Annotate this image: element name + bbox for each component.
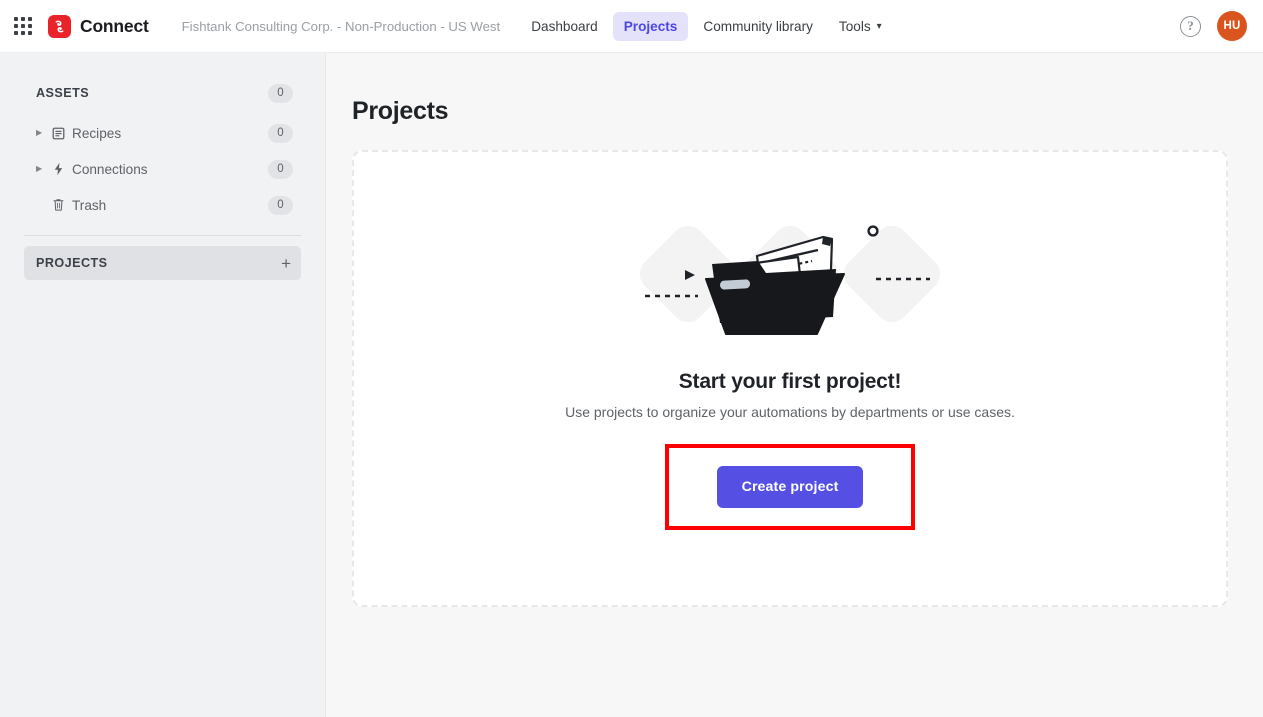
add-project-icon[interactable]: + [281, 255, 291, 272]
empty-state-title: Start your first project! [678, 370, 902, 393]
sidebar-item-connections-count: 0 [268, 159, 293, 179]
sidebar-item-trash-label: Trash [72, 197, 107, 213]
top-navigation-bar: Connect Fishtank Consulting Corp. - Non-… [0, 0, 1263, 53]
nav-item-projects[interactable]: Projects [612, 11, 689, 41]
brand-name: Connect [80, 15, 149, 36]
sidebar-section-projects-label: PROJECTS [36, 256, 108, 270]
avatar[interactable]: HU [1217, 11, 1247, 41]
trash-can-icon [52, 198, 72, 212]
empty-state-subtitle: Use projects to organize your automation… [565, 404, 1015, 420]
create-project-button[interactable]: Create project [716, 466, 864, 508]
open-folder-with-documents-illustration [639, 213, 941, 340]
create-project-highlight-box: Create project [664, 444, 916, 530]
workspace-context-label: Fishtank Consulting Corp. - Non-Producti… [181, 18, 501, 34]
sidebar-item-connections[interactable]: ▶ Connections 0 [24, 151, 301, 187]
page-title: Projects [352, 97, 449, 125]
chevron-right-icon[interactable]: ▶ [36, 129, 50, 137]
nav-item-dashboard[interactable]: Dashboard [520, 12, 609, 41]
sidebar-divider [24, 235, 301, 236]
recipes-document-icon [52, 127, 72, 140]
brand-logo[interactable]: Connect [48, 14, 149, 38]
main-content: Projects Start your first project! Use p… [326, 53, 1263, 717]
help-question-icon[interactable]: ? [1180, 15, 1201, 37]
sidebar-item-trash-count: 0 [268, 195, 293, 215]
sidebar-section-assets-count: 0 [268, 83, 293, 103]
connections-bolt-icon [52, 162, 72, 176]
chevron-right-icon[interactable]: ▶ [36, 165, 50, 173]
sidebar-item-recipes[interactable]: ▶ Recipes 0 [24, 115, 301, 151]
connect-logo-icon [48, 14, 71, 38]
apps-grid-icon[interactable] [12, 15, 34, 37]
projects-empty-state-card: Start your first project! Use projects t… [352, 150, 1228, 607]
sidebar-section-assets[interactable]: ASSETS 0 [24, 75, 301, 111]
sidebar-item-recipes-label: Recipes [72, 125, 122, 141]
topbar-actions: ? HU [1180, 11, 1247, 41]
primary-nav: Dashboard Projects Community library Too… [520, 11, 893, 41]
sidebar-section-assets-label: ASSETS [36, 86, 90, 100]
nav-item-tools-label: Tools [838, 18, 871, 34]
twisty-spacer: ▶ [36, 201, 50, 209]
sidebar-section-projects[interactable]: PROJECTS + [24, 246, 301, 280]
sidebar-item-trash[interactable]: ▶ Trash 0 [24, 187, 301, 223]
page-body: ASSETS 0 ▶ Recipes 0 ▶ Connections 0 Tra… [0, 53, 1263, 717]
nav-item-tools[interactable]: Tools ▾ [828, 12, 893, 41]
chevron-down-icon: ▾ [876, 21, 882, 33]
sidebar-item-recipes-count: 0 [268, 123, 293, 143]
sidebar: ASSETS 0 ▶ Recipes 0 ▶ Connections 0 Tra… [0, 53, 326, 717]
sidebar-item-connections-label: Connections [72, 161, 148, 177]
nav-item-community-library[interactable]: Community library [692, 12, 824, 41]
